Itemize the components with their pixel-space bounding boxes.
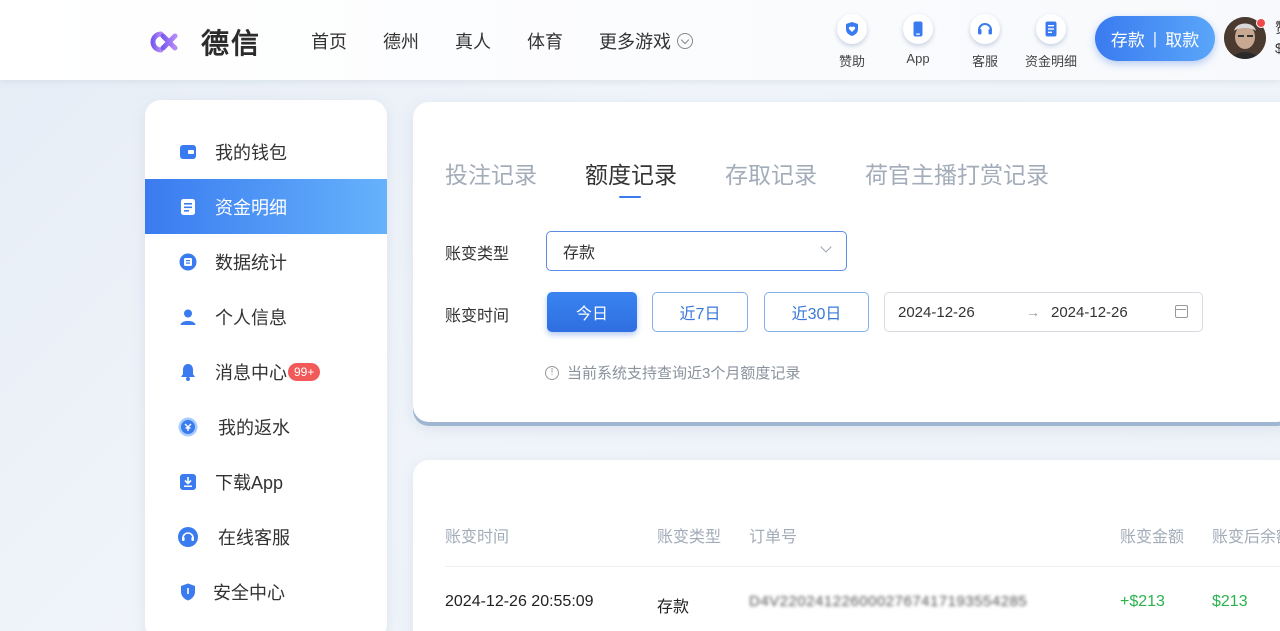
header-edge-text-1: 赞 (1275, 18, 1280, 38)
range-30days-button[interactable]: 近30日 (764, 292, 869, 332)
cell-balance: $213 (1212, 593, 1248, 610)
sidebar-item-funds[interactable]: 资金明细 (145, 179, 387, 234)
sidebar-item-support[interactable]: 在线客服 (145, 509, 387, 564)
sidebar-item-stats[interactable]: 数据统计 (145, 234, 387, 289)
calendar-icon[interactable] (1175, 305, 1188, 318)
type-select[interactable]: 存款 (546, 231, 847, 271)
shield-icon (177, 581, 199, 603)
nav-more-games[interactable]: 更多游戏 (599, 28, 693, 54)
logo-mark-icon (145, 24, 181, 60)
time-filter-label: 账变时间 (445, 308, 510, 325)
date-start[interactable]: 2024-12-26 (898, 304, 975, 321)
date-range-arrow: → (1026, 304, 1040, 320)
user-icon (177, 306, 199, 328)
column-header-order: 订单号 (749, 529, 798, 546)
logo-text: 德信 (201, 28, 262, 59)
query-range-note: ! 当前系统支持查询近3个月额度记录 (545, 362, 800, 383)
table-divider (445, 566, 1280, 567)
rebate-icon (177, 416, 199, 438)
ledger-icon (177, 196, 199, 218)
sidebar-item-label: 资金明细 (215, 197, 287, 218)
document-icon (1036, 14, 1066, 44)
query-range-note-text: 当前系统支持查询近3个月额度记录 (567, 365, 801, 382)
sidebar-item-label: 我的钱包 (215, 142, 287, 163)
date-end[interactable]: 2024-12-26 (1051, 304, 1128, 321)
nav-sports[interactable]: 体育 (527, 28, 563, 54)
sidebar-item-profile[interactable]: 个人信息 (145, 289, 387, 344)
top-header: 德信 首页 德州 真人 体育 更多游戏 赞助 App 客服 资金明细 存款 | … (0, 0, 1280, 80)
info-icon: ! (545, 365, 559, 380)
sidebar: 我的钱包 资金明细 数据统计 个人信息 消息中心 99+ 我的返水 下载App … (145, 100, 387, 631)
headset-icon (177, 526, 199, 548)
bell-icon (177, 361, 199, 383)
cell-time: 2024-12-26 20:55:09 (445, 593, 594, 610)
column-header-type: 账变类型 (657, 529, 722, 546)
cell-type: 存款 (657, 599, 690, 616)
sidebar-item-rebate[interactable]: 我的返水 (145, 399, 387, 454)
column-header-amount: 账变金额 (1120, 529, 1185, 546)
deposit-separator: | (1152, 28, 1158, 48)
deposit-withdraw-button[interactable]: 存款 | 取款 (1095, 16, 1215, 61)
sidebar-item-label: 安全中心 (213, 582, 285, 603)
phone-icon (903, 14, 933, 44)
quick-funds-label: 资金明细 (1024, 54, 1077, 69)
main-nav: 首页 德州 真人 体育 更多游戏 (311, 28, 729, 54)
tab-deposit-withdraw-records[interactable]: 存取记录 (725, 156, 817, 190)
records-table: 账变时间 账变类型 订单号 账变金额 账变后余额 2024-12-26 20:5… (413, 460, 1280, 631)
wallet-icon (177, 141, 199, 163)
quick-funds[interactable]: 资金明细 (1016, 14, 1086, 70)
cell-order-id[interactable]: D4V2202412260002767417193554285 (749, 593, 1027, 610)
range-today-button[interactable]: 今日 (547, 292, 637, 332)
nav-live[interactable]: 真人 (455, 28, 491, 54)
sidebar-item-messages[interactable]: 消息中心 99+ (145, 344, 387, 399)
quick-sponsor[interactable]: 赞助 (817, 14, 887, 70)
tab-bet-records[interactable]: 投注记录 (445, 156, 537, 190)
column-header-balance: 账变后余额 (1212, 529, 1280, 546)
sidebar-item-label: 个人信息 (215, 307, 287, 328)
chevron-down-circle-icon (677, 33, 693, 49)
records-filter-panel: 投注记录 额度记录 存取记录 荷官主播打赏记录 账变类型 存款 账变时间 今日 … (413, 102, 1280, 422)
stats-icon (177, 251, 199, 273)
quick-sponsor-label: 赞助 (838, 54, 865, 69)
deposit-label: 存款 (1110, 31, 1145, 50)
nav-home[interactable]: 首页 (311, 28, 347, 54)
sidebar-item-label: 下载App (215, 472, 284, 493)
tab-balance-records[interactable]: 额度记录 (585, 156, 677, 198)
chevron-down-icon (820, 241, 832, 253)
sidebar-item-download[interactable]: 下载App (145, 454, 387, 509)
headset-icon (970, 14, 1000, 44)
sidebar-item-label: 消息中心 (215, 362, 287, 383)
quick-app-label: App (906, 51, 930, 66)
notification-dot (1256, 18, 1266, 28)
quick-service-label: 客服 (971, 54, 998, 69)
quick-service[interactable]: 客服 (950, 14, 1020, 70)
withdraw-label: 取款 (1165, 31, 1200, 50)
nav-more-games-label: 更多游戏 (599, 32, 671, 52)
record-tabs: 投注记录 额度记录 存取记录 荷官主播打赏记录 (445, 156, 1097, 198)
cell-amount: +$213 (1120, 593, 1165, 610)
heart-shield-icon (837, 14, 867, 44)
type-select-value: 存款 (563, 245, 596, 262)
download-icon (177, 471, 199, 493)
quick-app[interactable]: App (883, 14, 953, 66)
date-range-picker[interactable]: 2024-12-26 → 2024-12-26 (884, 292, 1203, 332)
column-header-time: 账变时间 (445, 529, 510, 546)
range-7days-button[interactable]: 近7日 (652, 292, 748, 332)
unread-badge: 99+ (288, 362, 321, 381)
sidebar-item-wallet[interactable]: 我的钱包 (145, 124, 387, 179)
sidebar-item-security[interactable]: 安全中心 (145, 564, 387, 619)
type-filter-label: 账变类型 (445, 246, 510, 263)
sidebar-item-label: 我的返水 (218, 417, 290, 438)
tab-dealer-tip-records[interactable]: 荷官主播打赏记录 (865, 156, 1049, 190)
sidebar-item-label: 数据统计 (215, 252, 287, 273)
nav-texas[interactable]: 德州 (383, 28, 419, 54)
header-edge-text-2: $ (1275, 40, 1280, 56)
sidebar-item-label: 在线客服 (218, 527, 290, 548)
brand-logo[interactable]: 德信 (145, 22, 261, 62)
